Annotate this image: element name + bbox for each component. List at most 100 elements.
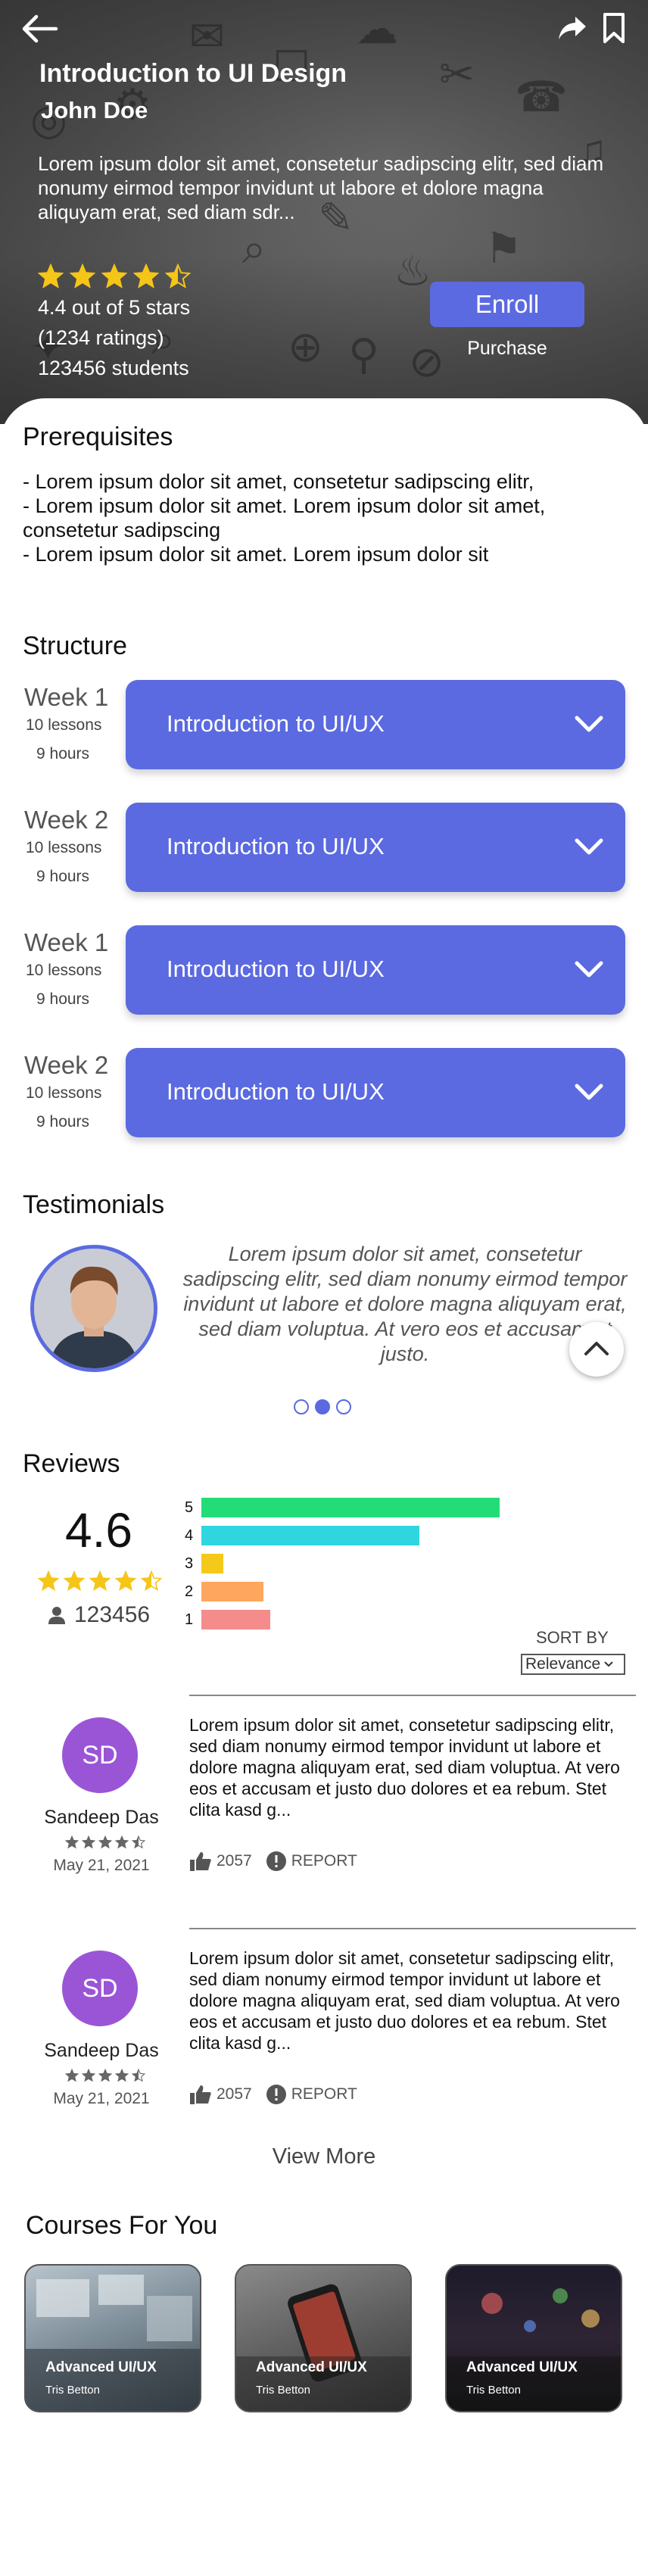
week-lessons: 10 lessons: [26, 716, 102, 734]
carousel-dot[interactable]: [294, 1399, 309, 1414]
star-full-icon: [82, 2069, 95, 2082]
reviewer-name: Sandeep Das: [44, 2040, 159, 2061]
star-full-icon: [98, 2069, 112, 2082]
reviews-heading: Reviews: [23, 1449, 120, 1478]
week-hours: 9 hours: [36, 990, 90, 1008]
report-button[interactable]: REPORT: [266, 2084, 357, 2105]
rating-bar-label: 5: [185, 1499, 194, 1516]
week-accordion[interactable]: Introduction to UI/UX: [126, 1048, 625, 1137]
course-card[interactable]: Advanced UI/UX Tris Betton: [24, 2264, 201, 2412]
reviewer-count-value: 123456: [74, 1602, 151, 1627]
week-accordion[interactable]: Introduction to UI/UX: [126, 680, 625, 769]
carousel-dot[interactable]: [336, 1399, 351, 1414]
star-half-icon: [165, 264, 191, 288]
course-description: Lorem ipsum dolor sit amet, consetetur s…: [38, 152, 604, 223]
like-count: 2057: [217, 2085, 252, 2103]
scroll-to-top-button[interactable]: [569, 1322, 624, 1377]
course-card-author: Tris Betton: [45, 2384, 100, 2397]
star-full-icon: [70, 264, 95, 288]
rating-bar-label: 4: [185, 1527, 194, 1544]
report-label: REPORT: [291, 1852, 357, 1870]
view-more-button[interactable]: View More: [257, 2144, 391, 2169]
chevron-down-icon[interactable]: [572, 709, 606, 739]
course-rating-info: 4.4 out of 5 stars (1234 ratings) 123456…: [38, 292, 190, 383]
share-icon[interactable]: [557, 14, 587, 42]
carousel-dots: [294, 1399, 351, 1414]
alert-icon: [266, 1851, 286, 1871]
review-divider: [189, 1928, 636, 1929]
week-accordion[interactable]: Introduction to UI/UX: [126, 925, 625, 1015]
rating-bar: [201, 1582, 263, 1601]
course-card[interactable]: Advanced UI/UX Tris Betton: [445, 2264, 622, 2412]
back-arrow-icon[interactable]: [20, 12, 59, 45]
prerequisites-list: - Lorem ipsum dolor sit amet, consetetur…: [23, 469, 628, 566]
chevron-up-icon[interactable]: [569, 1322, 624, 1377]
star-half-icon: [141, 1570, 162, 1592]
chevron-down-icon[interactable]: [572, 831, 606, 862]
week-lessons: 10 lessons: [26, 962, 102, 979]
report-button[interactable]: REPORT: [266, 1851, 357, 1872]
sort-by-label: SORT BY: [536, 1628, 609, 1647]
week-lessons: 10 lessons: [26, 839, 102, 856]
reviewer-name: Sandeep Das: [44, 1807, 159, 1828]
rating-bar-row: 4: [185, 1526, 419, 1545]
bookmark-icon[interactable]: [603, 12, 625, 44]
star-full-icon: [133, 264, 159, 288]
courses-for-you-heading: Courses For You: [26, 2211, 218, 2240]
review-stars: [65, 1835, 145, 1849]
star-half-icon: [132, 1835, 145, 1849]
rating-bar-row: 5: [185, 1498, 500, 1517]
report-label: REPORT: [291, 2085, 357, 2103]
star-full-icon: [115, 1835, 129, 1849]
week-hours: 9 hours: [36, 745, 90, 763]
ratings-count: (1234 ratings): [38, 326, 164, 349]
accordion-title: Introduction to UI/UX: [167, 956, 385, 982]
enroll-button[interactable]: Enroll: [430, 282, 584, 327]
sort-select[interactable]: Relevance: [521, 1654, 625, 1675]
prerequisite-item: - Lorem ipsum dolor sit amet. Lorem ipsu…: [23, 543, 489, 566]
thumbs-up-icon: [190, 2085, 211, 2104]
rating-bar: [201, 1526, 419, 1545]
star-full-icon: [82, 1835, 95, 1849]
star-full-icon: [98, 1835, 112, 1849]
rating-bar-label: 1: [185, 1611, 194, 1628]
rating-bar: [201, 1498, 500, 1517]
rating-text: 4.4 out of 5 stars: [38, 296, 191, 319]
students-count: 123456 students: [38, 357, 189, 379]
average-rating: 4.6: [65, 1503, 132, 1558]
average-rating-stars: [38, 1570, 162, 1592]
review-divider: [189, 1695, 636, 1696]
chevron-down-icon[interactable]: [572, 1077, 606, 1107]
carousel-dot-active[interactable]: [315, 1399, 330, 1414]
chevron-down-icon[interactable]: [572, 954, 606, 984]
course-card[interactable]: Advanced UI/UX Tris Betton: [235, 2264, 412, 2412]
week-accordion[interactable]: Introduction to UI/UX: [126, 803, 625, 892]
review-date: May 21, 2021: [53, 1857, 150, 1874]
review-actions: 2057 REPORT: [189, 2084, 357, 2105]
week-lessons: 10 lessons: [26, 1084, 102, 1102]
star-full-icon: [65, 2069, 79, 2082]
accordion-title: Introduction to UI/UX: [167, 1078, 385, 1105]
reviewer-avatar: SD: [62, 1717, 138, 1793]
course-author: John Doe: [41, 97, 148, 123]
star-full-icon: [101, 264, 127, 288]
week-label: Week 1: [24, 928, 109, 956]
course-card-author: Tris Betton: [466, 2384, 521, 2397]
prerequisites-heading: Prerequisites: [23, 423, 173, 451]
like-button[interactable]: 2057: [189, 1851, 252, 1872]
sort-select-value: Relevance: [525, 1655, 601, 1673]
week-label: Week 1: [24, 683, 109, 711]
reviewer-count: 123456: [47, 1602, 150, 1628]
rating-bar-row: 1: [185, 1610, 270, 1629]
accordion-title: Introduction to UI/UX: [167, 710, 385, 737]
like-button[interactable]: 2057: [189, 2084, 252, 2105]
rating-bar-label: 3: [185, 1555, 194, 1572]
thumbs-up-icon: [190, 1852, 211, 1871]
course-card-author: Tris Betton: [256, 2384, 310, 2397]
rating-bar: [201, 1610, 270, 1629]
purchase-label: Purchase: [467, 338, 547, 359]
course-card-title: Advanced UI/UX: [45, 2359, 157, 2375]
course-title: Introduction to UI Design: [39, 59, 347, 88]
prerequisite-item: - Lorem ipsum dolor sit amet, consetetur…: [23, 470, 534, 493]
week-hours: 9 hours: [36, 1113, 90, 1131]
